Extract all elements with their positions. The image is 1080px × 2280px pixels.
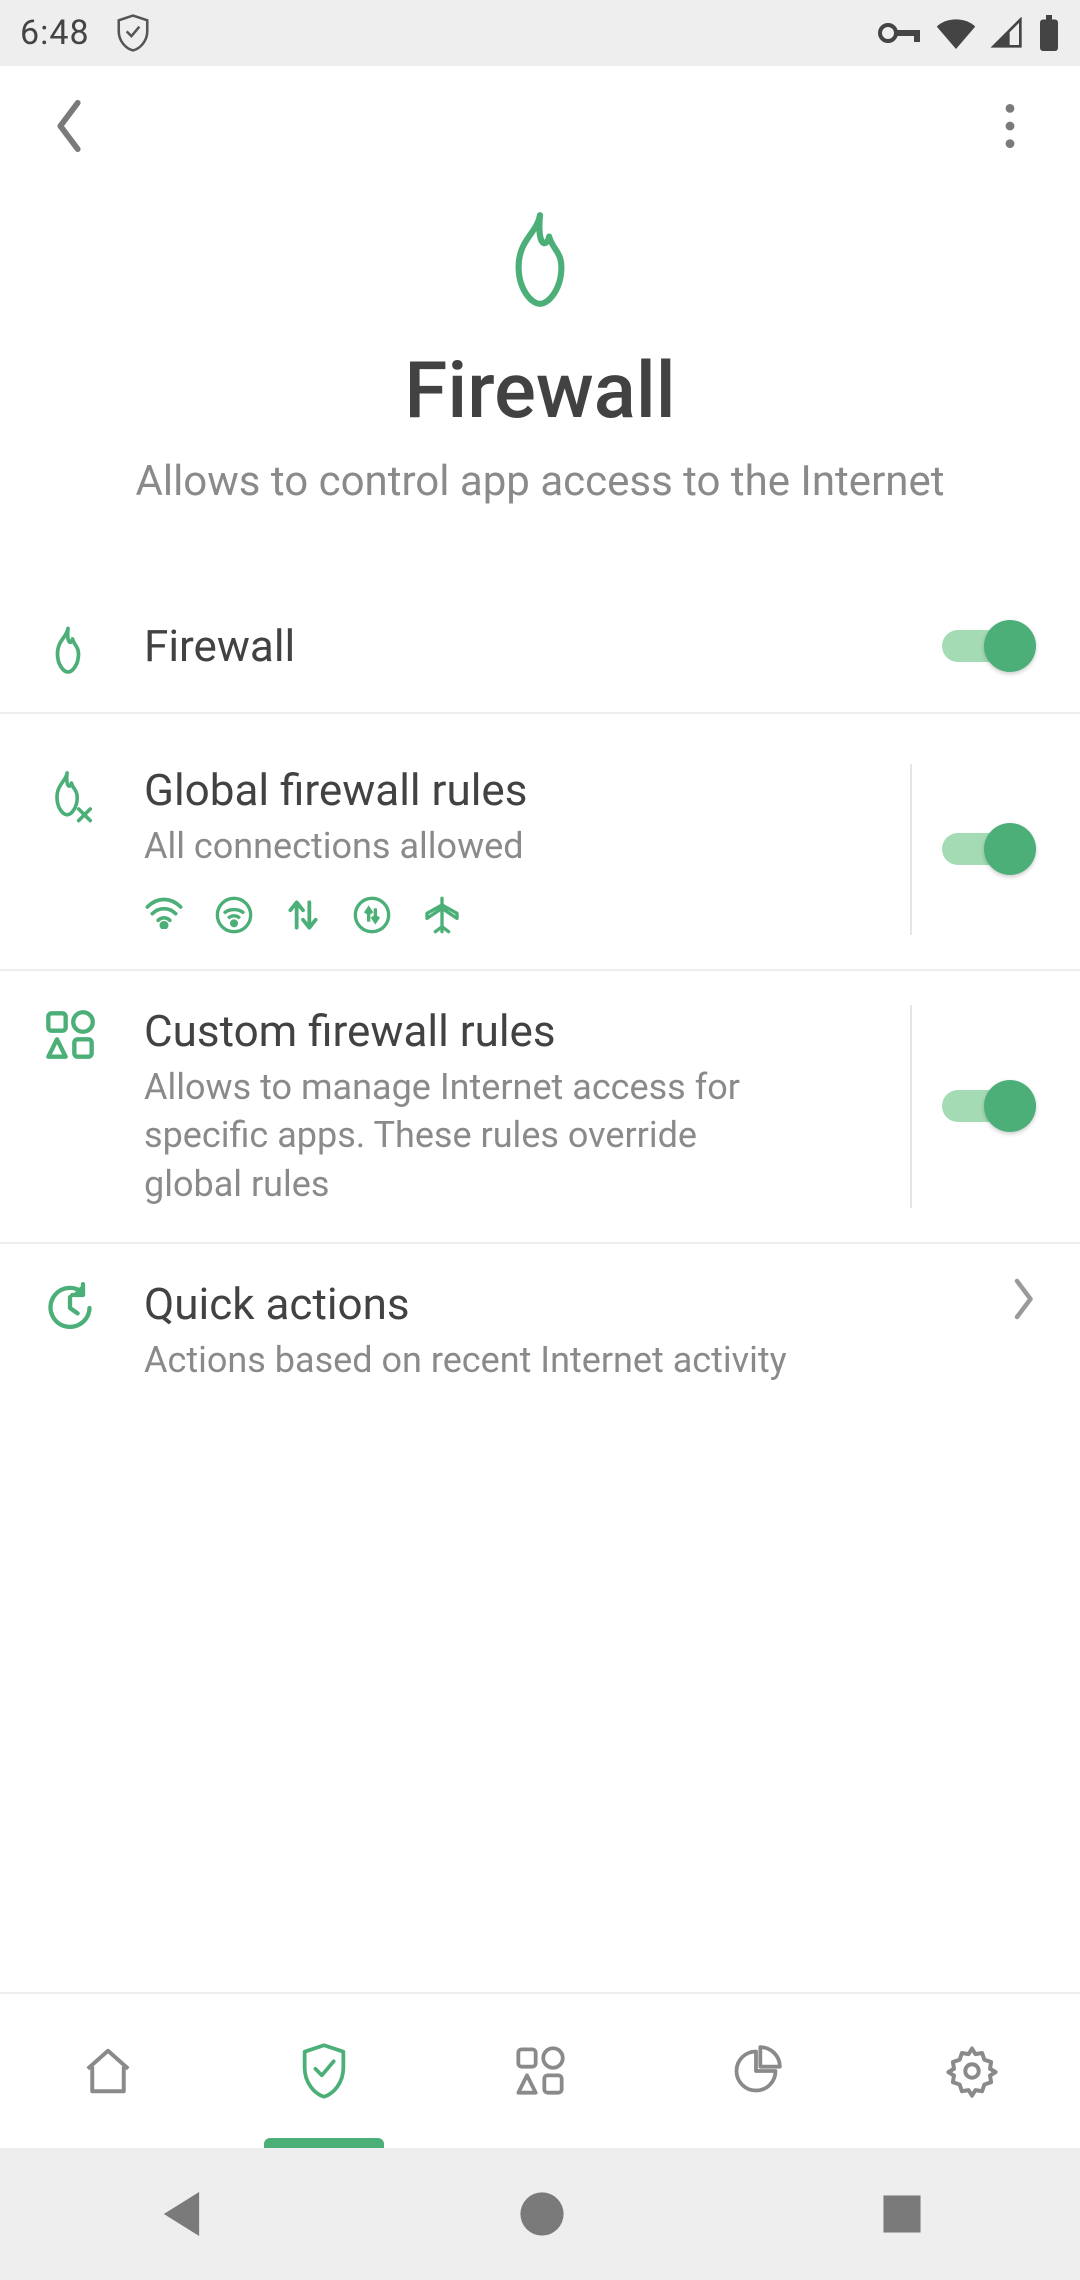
page-title: Firewall: [40, 346, 1040, 437]
row-global-title: Global firewall rules: [144, 764, 880, 816]
android-status-bar: 6:48: [0, 0, 1080, 66]
square-recent-icon: [881, 2193, 923, 2235]
cell-signal-icon: [990, 17, 1024, 49]
row-quick-subtitle: Actions based on recent Internet activit…: [144, 1336, 980, 1385]
flame-x-icon: [44, 768, 96, 824]
tab-indicator: [264, 2138, 384, 2148]
apps-shapes-icon: [44, 1009, 96, 1061]
row-global-subtitle: All connections allowed: [144, 822, 880, 871]
clock-refresh-icon: [44, 1282, 96, 1334]
bottom-tab-bar: [0, 1992, 1080, 2148]
page-subtitle: Allows to control app access to the Inte…: [40, 457, 1040, 506]
app-bar: [0, 66, 1080, 186]
battery-icon: [1038, 15, 1060, 51]
airplane-icon: [422, 895, 462, 935]
home-icon: [81, 2046, 135, 2096]
tab-stats[interactable]: [648, 1994, 864, 2148]
nav-home-button[interactable]: [518, 2190, 566, 2238]
row-custom-subtitle: Allows to manage Internet access for spe…: [144, 1063, 784, 1209]
global-rules-toggle[interactable]: [942, 823, 1036, 875]
flame-icon: [490, 206, 590, 316]
chevron-left-icon: [53, 99, 87, 153]
page-header: Firewall Allows to control app access to…: [0, 186, 1080, 586]
tab-protection[interactable]: [216, 1994, 432, 2148]
nav-recent-button[interactable]: [881, 2193, 923, 2235]
flame-icon: [44, 624, 92, 678]
row-quick-title: Quick actions: [144, 1278, 980, 1330]
status-time: 6:48: [20, 13, 90, 53]
row-global-rules[interactable]: Global firewall rules All connections al…: [0, 714, 1080, 971]
row-custom-rules[interactable]: Custom firewall rules Allows to manage I…: [0, 971, 1080, 1245]
tab-settings[interactable]: [864, 1994, 1080, 2148]
data-arrows-icon: [284, 895, 322, 935]
chevron-right-icon: [1010, 1278, 1036, 1320]
more-menu-button[interactable]: [980, 96, 1040, 156]
row-firewall-title: Firewall: [144, 620, 912, 672]
shield-check-icon: [298, 2042, 350, 2100]
row-firewall[interactable]: Firewall: [0, 586, 1080, 714]
row-custom-title: Custom firewall rules: [144, 1005, 880, 1057]
gear-icon: [945, 2044, 999, 2098]
connection-type-icons: [144, 895, 880, 935]
firewall-toggle[interactable]: [942, 620, 1036, 672]
wifi-secure-icon: [214, 895, 254, 935]
firewall-hero-icon: [40, 206, 1040, 316]
triangle-back-icon: [157, 2189, 203, 2239]
back-button[interactable]: [40, 96, 100, 156]
more-vertical-icon: [1005, 104, 1015, 148]
vpn-key-icon: [878, 21, 922, 45]
row-quick-actions[interactable]: Quick actions Actions based on recent In…: [0, 1244, 1080, 1419]
pie-chart-icon: [730, 2045, 782, 2097]
tab-apps[interactable]: [432, 1994, 648, 2148]
wifi-icon: [144, 895, 184, 929]
apps-grid-icon: [514, 2045, 566, 2097]
wifi-icon: [936, 17, 976, 49]
shield-icon: [114, 12, 152, 54]
android-nav-bar: [0, 2148, 1080, 2280]
nav-back-button[interactable]: [157, 2189, 203, 2239]
data-roaming-icon: [352, 895, 392, 935]
tab-home[interactable]: [0, 1994, 216, 2148]
custom-rules-toggle[interactable]: [942, 1080, 1036, 1132]
circle-home-icon: [518, 2190, 566, 2238]
